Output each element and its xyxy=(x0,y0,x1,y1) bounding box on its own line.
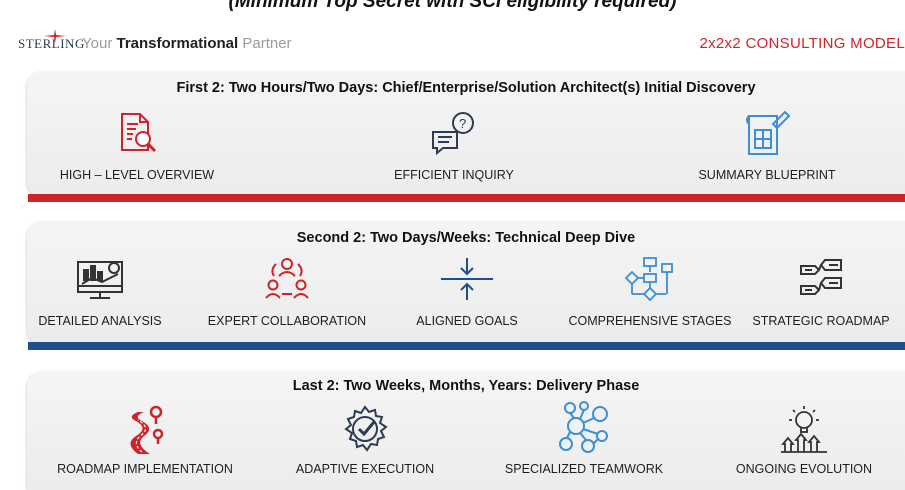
item-label: ROADMAP IMPLEMENTATION xyxy=(57,462,233,476)
analytics-monitor-icon xyxy=(77,261,123,299)
item-aligned-goals: ALIGNED GOALS xyxy=(416,256,518,328)
item-ongoing-evolution: ONGOING EVOLUTION xyxy=(736,404,872,476)
phase-title-last: Last 2: Two Weeks, Months, Years: Delive… xyxy=(292,378,640,394)
item-expert-collaboration: EXPERT COLLABORATION xyxy=(208,256,366,328)
lightbulb-growth-icon xyxy=(781,406,827,453)
phase-divider-blue xyxy=(28,342,905,350)
item-label: EXPERT COLLABORATION xyxy=(207,314,367,328)
item-summary-blueprint: SUMMARY BLUEPRINT xyxy=(698,110,836,182)
network-people-icon xyxy=(559,401,608,453)
winding-road-icon xyxy=(130,405,164,454)
item-label: ALIGNED GOALS xyxy=(416,314,518,328)
item-label: SPECIALIZED TEAMWORK xyxy=(504,462,664,476)
clearance-banner: (Minimum Top Secret with SCI eligibility… xyxy=(228,0,677,12)
item-label: EFFICIENT INQUIRY xyxy=(394,168,514,182)
team-collaboration-icon xyxy=(265,258,309,299)
item-detailed-analysis: DETAILED ANALYSIS xyxy=(38,256,162,328)
company-logo: STERLING xyxy=(18,29,85,52)
aligned-arrows-icon xyxy=(441,258,493,300)
item-specialized-teamwork: SPECIALIZED TEAMWORK xyxy=(505,400,663,476)
item-label: SUMMARY BLUEPRINT xyxy=(698,168,836,182)
model-title: 2x2x2 CONSULTING MODEL xyxy=(699,35,905,52)
roadmap-signs-icon xyxy=(800,259,842,295)
item-adaptive-execution: ADAPTIVE EXECUTION xyxy=(296,404,434,476)
phase-panel-last: Last 2: Two Weeks, Months, Years: Delive… xyxy=(27,372,905,490)
phase-panel-first: First 2: Two Hours/Two Days: Chief/Enter… xyxy=(27,72,905,196)
phase-divider-red xyxy=(28,194,905,202)
phase-title-second: Second 2: Two Days/Weeks: Technical Deep… xyxy=(296,230,636,246)
item-comprehensive-stages: COMPREHENSIVE STAGES xyxy=(569,256,732,328)
phase-title-first: First 2: Two Hours/Two Days: Chief/Enter… xyxy=(176,80,756,96)
item-label: DETAILED ANALYSIS xyxy=(38,314,162,328)
item-label: ADAPTIVE EXECUTION xyxy=(295,462,435,476)
tagline-post: Partner xyxy=(238,35,292,52)
tagline: Your Transformational Partner xyxy=(82,35,292,52)
item-efficient-inquiry: ? EFFICIENT INQUIRY xyxy=(394,110,514,182)
item-label: ONGOING EVOLUTION xyxy=(735,462,873,476)
item-high-level-overview: HIGH – LEVEL OVERVIEW xyxy=(60,110,214,182)
flowchart-icon xyxy=(624,257,673,302)
svg-text:?: ? xyxy=(459,116,466,131)
blueprint-icon xyxy=(746,110,791,155)
item-label: HIGH – LEVEL OVERVIEW xyxy=(59,168,215,182)
phase-panel-second: Second 2: Two Days/Weeks: Technical Deep… xyxy=(27,222,905,344)
logo-star-icon xyxy=(44,29,66,43)
item-strategic-roadmap: STRATEGIC ROADMAP xyxy=(752,256,890,328)
item-label: COMPREHENSIVE STAGES xyxy=(568,314,732,328)
tagline-pre: Your xyxy=(82,35,117,52)
document-search-icon xyxy=(121,113,157,153)
header: STERLING Your Transformational Partner 2… xyxy=(18,29,905,59)
gear-check-icon xyxy=(344,405,388,452)
tagline-bold: Transformational xyxy=(116,35,239,52)
item-roadmap-implementation: ROADMAP IMPLEMENTATION xyxy=(57,404,233,476)
item-label: STRATEGIC ROADMAP xyxy=(752,314,890,328)
chat-question-icon: ? xyxy=(432,112,474,156)
